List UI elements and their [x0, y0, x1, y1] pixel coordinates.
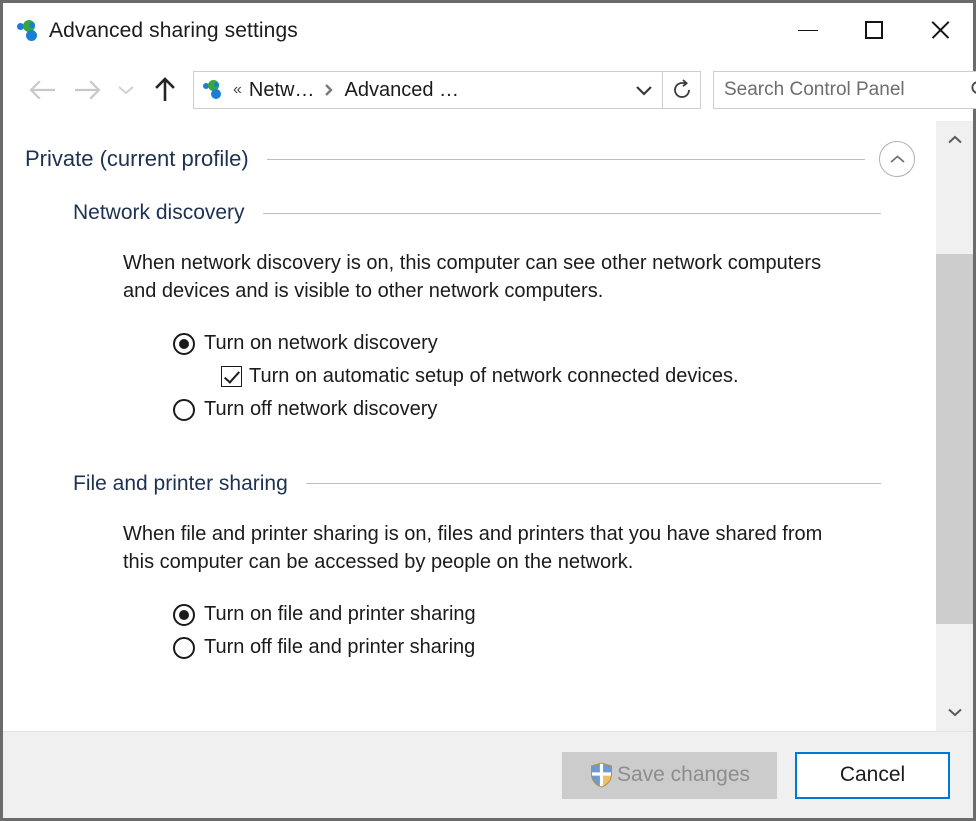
chevron-up-icon: [948, 135, 962, 144]
window-controls: [775, 3, 973, 57]
navigation-bar: « Netw… Advanced …: [3, 59, 976, 121]
refresh-icon: [673, 79, 690, 98]
option-label: Turn off network discovery: [204, 398, 438, 421]
breadcrumb-item-advanced[interactable]: Advanced …: [344, 79, 459, 102]
address-bar[interactable]: « Netw… Advanced …: [193, 71, 663, 109]
chevron-down-icon: [636, 86, 652, 96]
settings-content: Private (current profile) Network discov…: [3, 121, 935, 731]
minimize-icon: [798, 29, 818, 31]
file-printer-sharing-heading: File and printer sharing: [73, 471, 288, 495]
refresh-button[interactable]: [663, 71, 701, 109]
arrow-left-icon: [29, 80, 55, 100]
option-turn-off-network-discovery[interactable]: Turn off network discovery: [173, 394, 935, 426]
option-label: Turn on automatic setup of network conne…: [249, 365, 739, 388]
profile-heading: Private (current profile): [25, 146, 249, 171]
option-turn-on-network-discovery[interactable]: Turn on network discovery: [173, 328, 935, 360]
chevron-down-icon: [948, 708, 962, 717]
scrollbar-thumb[interactable]: [936, 254, 973, 624]
save-changes-label: Save changes: [616, 763, 751, 786]
checkbox-automatic-setup[interactable]: [221, 366, 242, 388]
save-changes-button[interactable]: Save changes: [562, 751, 777, 799]
vertical-scrollbar[interactable]: [935, 121, 973, 731]
scroll-down-button[interactable]: [936, 693, 974, 731]
search-box[interactable]: [713, 71, 976, 109]
file-printer-sharing-description: When file and printer sharing is on, fil…: [123, 522, 823, 574]
option-label: Turn on network discovery: [204, 332, 438, 355]
option-turn-off-file-printer-sharing[interactable]: Turn off file and printer sharing: [173, 632, 935, 664]
radio-turn-on-network-discovery[interactable]: [173, 332, 195, 355]
file-printer-sharing-options: Turn on file and printer sharing Turn of…: [173, 599, 935, 664]
profile-section-header: Private (current profile): [25, 141, 915, 177]
profile-rule: [266, 158, 865, 160]
up-button[interactable]: [143, 70, 187, 110]
network-discovery-description: When network discovery is on, this compu…: [123, 252, 822, 303]
network-discovery-options: Turn on network discovery Turn on automa…: [173, 328, 935, 426]
back-button[interactable]: [21, 70, 65, 110]
forward-button[interactable]: [65, 70, 109, 110]
recent-locations-button[interactable]: [109, 70, 143, 110]
search-icon[interactable]: [960, 72, 976, 108]
maximize-icon: [865, 21, 883, 39]
minimize-button[interactable]: [775, 3, 841, 57]
advanced-sharing-settings-window: Advanced sharing settings « Netw… Advanc…: [0, 0, 976, 821]
collapse-profile-button[interactable]: [879, 141, 915, 177]
arrow-up-icon: [155, 77, 175, 101]
address-dropdown-button[interactable]: [626, 72, 662, 108]
cancel-label: Cancel: [839, 763, 906, 786]
uac-shield-icon: [590, 762, 612, 788]
file-printer-sharing-rule: [305, 483, 881, 485]
option-label: Turn on file and printer sharing: [204, 603, 476, 626]
radio-turn-off-file-printer-sharing[interactable]: [173, 636, 195, 659]
close-icon: [929, 19, 951, 41]
network-sharing-icon: [17, 20, 39, 42]
file-printer-sharing-header: File and printer sharing: [73, 472, 881, 496]
scroll-up-button[interactable]: [936, 121, 974, 159]
dialog-footer: Save changes Cancel: [3, 731, 973, 818]
network-discovery-rule: [262, 212, 881, 214]
close-button[interactable]: [907, 3, 973, 57]
option-label: Turn off file and printer sharing: [204, 636, 476, 659]
breadcrumb-overflow[interactable]: «: [233, 81, 242, 99]
option-turn-on-file-printer-sharing[interactable]: Turn on file and printer sharing: [173, 599, 935, 631]
breadcrumb-item-network[interactable]: Netw…: [249, 79, 315, 102]
network-discovery-heading: Network discovery: [73, 201, 245, 224]
breadcrumb-chevron-icon[interactable]: [323, 82, 335, 98]
radio-turn-off-network-discovery[interactable]: [173, 398, 195, 421]
cancel-button[interactable]: Cancel: [795, 751, 950, 799]
option-automatic-setup[interactable]: Turn on automatic setup of network conne…: [221, 361, 935, 393]
title-bar: Advanced sharing settings: [3, 3, 973, 59]
radio-turn-on-file-printer-sharing[interactable]: [173, 603, 195, 626]
arrow-right-icon: [75, 80, 101, 100]
chevron-up-icon: [889, 154, 905, 163]
network-discovery-header: Network discovery: [73, 201, 881, 225]
address-network-icon: [203, 80, 223, 100]
chevron-down-icon: [118, 86, 134, 95]
maximize-button[interactable]: [841, 3, 907, 57]
search-input[interactable]: [714, 78, 960, 102]
window-title: Advanced sharing settings: [49, 19, 298, 42]
